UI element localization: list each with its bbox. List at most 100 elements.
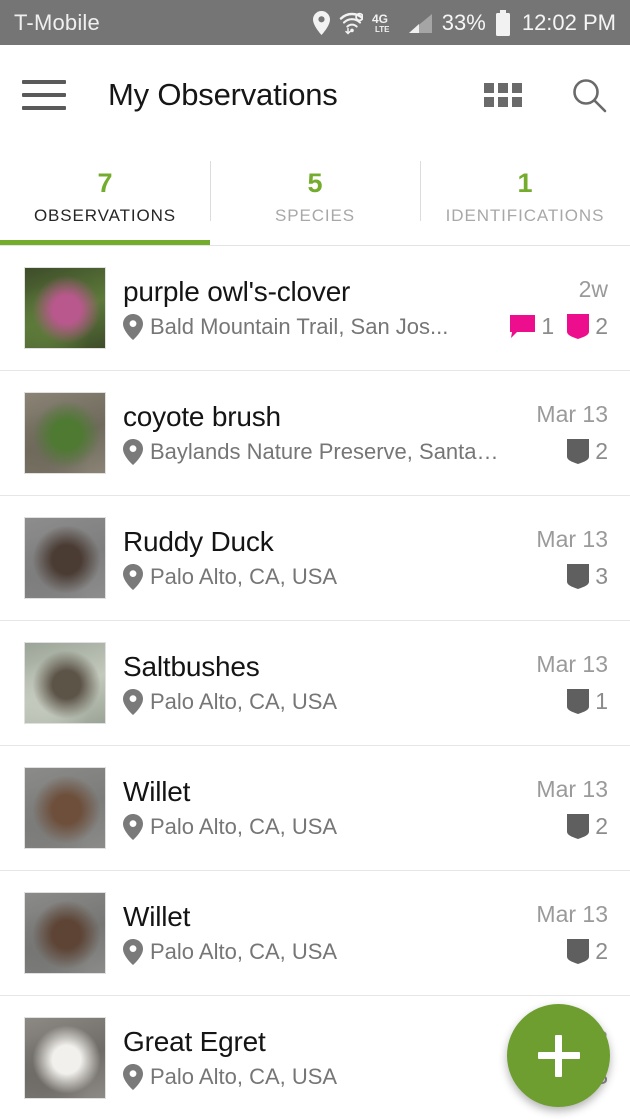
tab-count: 7 <box>97 168 113 199</box>
observation-row[interactable]: Willet Palo Alto, CA, USA Mar 13 2 <box>0 871 630 996</box>
tab-label: IDENTIFICATIONS <box>445 205 605 225</box>
observation-date: Mar 13 <box>536 901 608 927</box>
location-pin-icon <box>123 564 143 591</box>
add-observation-fab[interactable] <box>507 1004 610 1107</box>
stat-identification-shield: 2 <box>566 938 608 965</box>
observation-info: coyote brush Baylands Nature Preserve, Sa… <box>123 401 500 466</box>
grid-view-icon[interactable] <box>484 83 522 107</box>
location-pin-icon <box>123 939 143 966</box>
observation-info: Saltbushes Palo Alto, CA, USA <box>123 651 500 716</box>
observation-row[interactable]: Saltbushes Palo Alto, CA, USA Mar 13 1 <box>0 621 630 746</box>
observation-thumbnail[interactable] <box>24 267 106 349</box>
observation-meta: Mar 13 3 <box>512 526 608 590</box>
observation-stats: 2 <box>566 938 608 965</box>
observation-place: Palo Alto, CA, USA <box>123 1064 500 1091</box>
stat-value: 2 <box>595 813 608 839</box>
observation-date: Mar 13 <box>536 776 608 802</box>
battery-icon <box>495 9 511 36</box>
location-pin-icon <box>123 439 143 466</box>
place-label: Palo Alto, CA, USA <box>150 814 338 840</box>
observation-thumbnail[interactable] <box>24 392 106 474</box>
tab-label: OBSERVATIONS <box>33 205 177 225</box>
location-pin-icon <box>123 814 143 841</box>
grid-cell <box>498 97 508 107</box>
tab-label: SPECIES <box>275 205 355 225</box>
observation-place: Palo Alto, CA, USA <box>123 689 500 716</box>
location-pin-icon <box>123 814 143 841</box>
location-pin-icon <box>123 564 143 591</box>
observation-row[interactable]: coyote brush Baylands Nature Preserve, Sa… <box>0 371 630 496</box>
observation-info: Willet Palo Alto, CA, USA <box>123 900 500 966</box>
observation-thumbnail[interactable] <box>24 517 106 599</box>
observation-meta: Mar 13 2 <box>512 401 608 465</box>
observation-stats: 12 <box>509 313 608 340</box>
grid-cell <box>498 83 508 93</box>
stat-value: 3 <box>595 563 608 589</box>
observations-list[interactable]: purple owl's-clover Bald Mountain Trail, … <box>0 246 630 1120</box>
identification-shield-icon <box>566 938 590 965</box>
hamburger-bar <box>22 80 66 84</box>
observation-thumbnail[interactable] <box>24 642 106 724</box>
stat-comment: 1 <box>509 313 554 340</box>
stat-identification-shield: 2 <box>566 438 608 465</box>
observation-thumbnail[interactable] <box>24 767 106 849</box>
species-name: Willet <box>123 775 191 807</box>
comment-icon <box>509 314 536 339</box>
svg-text:4G: 4G <box>372 12 388 26</box>
identification-shield-icon <box>566 688 590 715</box>
stat-value: 2 <box>595 938 608 964</box>
observation-info: Willet Palo Alto, CA, USA <box>123 775 500 841</box>
place-label: Palo Alto, CA, USA <box>150 1064 338 1090</box>
app-screen: T-Mobile 4G LTE 33% 12:02 PM My Observat… <box>0 0 630 1120</box>
stat-identification-shield: 3 <box>566 563 608 590</box>
grid-cell <box>512 97 522 107</box>
page-title: My Observations <box>108 77 338 112</box>
clock-label: 12:02 PM <box>521 9 616 35</box>
location-pin-icon <box>123 314 143 341</box>
observation-date: Mar 13 <box>536 651 608 677</box>
observation-thumbnail[interactable] <box>24 892 106 974</box>
observation-stats: 2 <box>566 813 608 840</box>
species-name: Willet <box>123 900 191 932</box>
identification-shield-icon <box>566 563 590 590</box>
place-label: Palo Alto, CA, USA <box>150 939 338 965</box>
tab-identifications[interactable]: 1 IDENTIFICATIONS <box>420 145 630 245</box>
grid-cell <box>484 97 494 107</box>
tab-observations[interactable]: 7 OBSERVATIONS <box>0 145 210 245</box>
place-label: Palo Alto, CA, USA <box>150 689 338 715</box>
species-name: purple owl's-clover <box>123 275 351 307</box>
app-bar: My Observations <box>0 45 630 145</box>
observation-thumbnail[interactable] <box>24 1017 106 1099</box>
hamburger-bar <box>22 106 66 110</box>
hamburger-bar <box>22 93 66 97</box>
stat-value: 2 <box>595 313 608 339</box>
observation-row[interactable]: purple owl's-clover Bald Mountain Trail, … <box>0 246 630 371</box>
tab-species[interactable]: 5 SPECIES <box>210 145 420 245</box>
grid-cell <box>484 83 494 93</box>
observation-meta: Mar 13 2 <box>512 776 608 840</box>
observation-date: Mar 13 <box>536 526 608 552</box>
observation-info: purple owl's-clover Bald Mountain Trail, … <box>123 275 497 341</box>
observation-stats: 2 <box>566 438 608 465</box>
stat-identification-shield: 1 <box>566 688 608 715</box>
hamburger-menu-icon[interactable] <box>22 80 66 110</box>
tab-bar: 7 OBSERVATIONS 5 SPECIES 1 IDENTIFICATIONS <box>0 145 630 245</box>
observation-place: Baylands Nature Preserve, Santa C... <box>123 439 500 466</box>
tab-count: 5 <box>307 168 323 199</box>
wifi-icon <box>339 11 363 35</box>
search-icon[interactable] <box>570 76 608 114</box>
observation-place: Palo Alto, CA, USA <box>123 939 500 966</box>
observation-place: Palo Alto, CA, USA <box>123 564 500 591</box>
signal-strength-icon <box>407 11 433 35</box>
stat-identification-shield: 2 <box>566 313 608 340</box>
4g-lte-icon: 4G LTE <box>372 11 398 35</box>
observation-info: Ruddy Duck Palo Alto, CA, USA <box>123 526 500 591</box>
observation-date: Mar 13 <box>536 401 608 427</box>
grid-cell <box>512 83 522 93</box>
observation-row[interactable]: Ruddy Duck Palo Alto, CA, USA Mar 13 3 <box>0 496 630 621</box>
location-icon <box>312 10 330 35</box>
observation-row[interactable]: Willet Palo Alto, CA, USA Mar 13 2 <box>0 746 630 871</box>
stat-value: 2 <box>595 438 608 464</box>
observation-meta: Mar 13 2 <box>512 901 608 965</box>
place-label: Bald Mountain Trail, San Jos... <box>150 314 449 340</box>
